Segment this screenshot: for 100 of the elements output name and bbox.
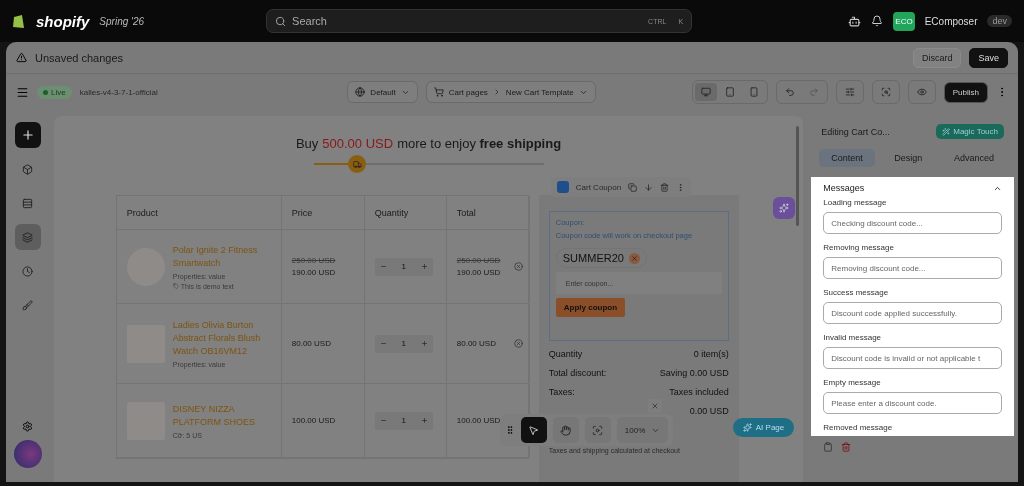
summary-value: Taxes included	[669, 387, 729, 398]
magic-touch-button[interactable]: Magic Touch	[936, 124, 1004, 139]
delete-icon[interactable]	[660, 182, 670, 192]
message-input[interactable]: Removing discount code...	[823, 257, 1002, 279]
message-input[interactable]: Discount code applied successfully.	[823, 302, 1002, 324]
sparkle-button[interactable]	[772, 197, 795, 219]
breadcrumb-item: Cart pages	[448, 87, 488, 97]
sparkle-icon	[742, 423, 752, 432]
remove-icon[interactable]	[513, 338, 523, 348]
message-input[interactable]: Please enter a discount code.	[823, 392, 1002, 414]
warning-icon	[16, 52, 27, 63]
element-label: Cart Coupon	[575, 182, 622, 192]
ai-page-button[interactable]: AI Page	[732, 418, 795, 437]
summary-label: Total discount:	[548, 368, 607, 379]
discard-button[interactable]: Discard	[912, 47, 962, 68]
total: 80.00 USD	[456, 339, 496, 348]
globe-icon	[355, 87, 366, 97]
move-down-icon[interactable]	[644, 182, 654, 192]
desktop-view-button[interactable]	[694, 83, 717, 101]
layers-icon	[22, 231, 34, 243]
settings-icon[interactable]	[22, 421, 34, 432]
remove-code-button[interactable]	[628, 252, 640, 264]
close-icon	[650, 402, 659, 410]
summary-label: Taxes:	[548, 387, 575, 398]
minus-icon[interactable]	[379, 417, 387, 424]
field-label: Empty message	[823, 378, 882, 387]
sections-icon	[22, 197, 34, 209]
panel-tab[interactable]: Advanced	[941, 149, 1006, 167]
page-breadcrumb[interactable]: Cart pages New Cart Template	[425, 81, 596, 103]
tag-icon	[172, 283, 179, 289]
select-tool-button[interactable]	[520, 417, 547, 443]
message-input[interactable]: Discount code is invalid or not applicable t	[823, 347, 1002, 369]
old-total: 250.00 USD	[456, 256, 501, 265]
eye-icon	[916, 87, 927, 97]
save-button[interactable]: Save	[969, 47, 1008, 68]
brand-name: shopify	[36, 12, 90, 30]
bell-icon[interactable]	[871, 15, 884, 27]
summary-label: Quantity	[548, 349, 583, 360]
clock-icon	[22, 265, 34, 277]
zoom-select[interactable]: 100%	[616, 417, 669, 443]
add-icon	[20, 128, 35, 142]
plus-icon[interactable]	[420, 340, 428, 347]
store-avatar: ECO	[893, 11, 915, 31]
quantity-stepper[interactable]: 1	[374, 334, 433, 353]
desktop-icon	[700, 87, 711, 97]
section-title: Messages	[823, 183, 865, 193]
add-button[interactable]	[14, 122, 41, 148]
old-price: 250.00 USD	[291, 256, 336, 265]
minus-icon[interactable]	[379, 263, 387, 270]
field-label: Removing message	[823, 243, 895, 252]
locale-select[interactable]: Default	[347, 81, 418, 103]
panel-tab[interactable]: Content	[819, 149, 875, 167]
assistant-icon[interactable]	[848, 14, 862, 28]
publish-button[interactable]: Publish	[943, 81, 988, 103]
plus-icon[interactable]	[420, 263, 428, 270]
remove-icon[interactable]	[513, 261, 523, 271]
quantity-value: 1	[401, 416, 406, 425]
column-header: Product	[116, 196, 282, 229]
store-tag: dev	[987, 15, 1012, 27]
field-label: Invalid message	[823, 333, 883, 342]
delete-icon[interactable]	[841, 442, 852, 452]
plus-icon[interactable]	[420, 417, 428, 424]
shopify-logo-icon	[12, 13, 26, 29]
quantity-stepper[interactable]: 1	[374, 411, 433, 430]
total: 100.00 USD	[456, 416, 501, 425]
clipboard-icon[interactable]	[823, 442, 834, 452]
summary-value: Saving 0.00 USD	[659, 368, 729, 379]
release-label: Spring '26	[99, 15, 145, 27]
panel-title: Editing Cart Co...	[821, 126, 890, 137]
undo-icon	[784, 87, 795, 97]
field-label: Removed message	[823, 423, 894, 432]
tablet-icon	[724, 87, 735, 97]
focus-tool-button[interactable]	[584, 417, 611, 443]
store-name: EComposer	[924, 15, 978, 27]
focus-icon	[592, 424, 604, 436]
hand-tool-button[interactable]	[552, 417, 579, 443]
price: 190.00 USD	[291, 268, 336, 277]
quantity-stepper[interactable]: 1	[374, 257, 433, 276]
column-header: Price	[281, 196, 365, 229]
duplicate-icon[interactable]	[628, 182, 638, 192]
panel-tab[interactable]: Design	[882, 149, 935, 167]
sparkle-icon	[778, 203, 789, 213]
price: 80.00 USD	[291, 339, 331, 348]
menu-icon[interactable]	[16, 85, 29, 99]
search-placeholder: Search	[292, 15, 327, 27]
quantity-value: 1	[401, 339, 406, 348]
unsaved-title: Unsaved changes	[35, 51, 124, 64]
close-icon	[630, 254, 638, 262]
select-icon	[528, 424, 540, 436]
minus-icon[interactable]	[379, 340, 387, 347]
apply-coupon-button[interactable]: Apply coupon	[555, 298, 626, 317]
page-handle: kalles-v4-3-7-1-official	[79, 87, 158, 97]
summary-value: 0.00 USD	[689, 406, 729, 417]
search-icon	[275, 15, 287, 27]
brush-icon	[22, 299, 34, 311]
sliders-icon	[844, 87, 855, 97]
message-input[interactable]: Checking discount code...	[823, 212, 1002, 234]
avatar-circle[interactable]	[13, 440, 42, 468]
layers-button[interactable]	[14, 224, 41, 250]
column-header: Quantity	[364, 196, 447, 229]
